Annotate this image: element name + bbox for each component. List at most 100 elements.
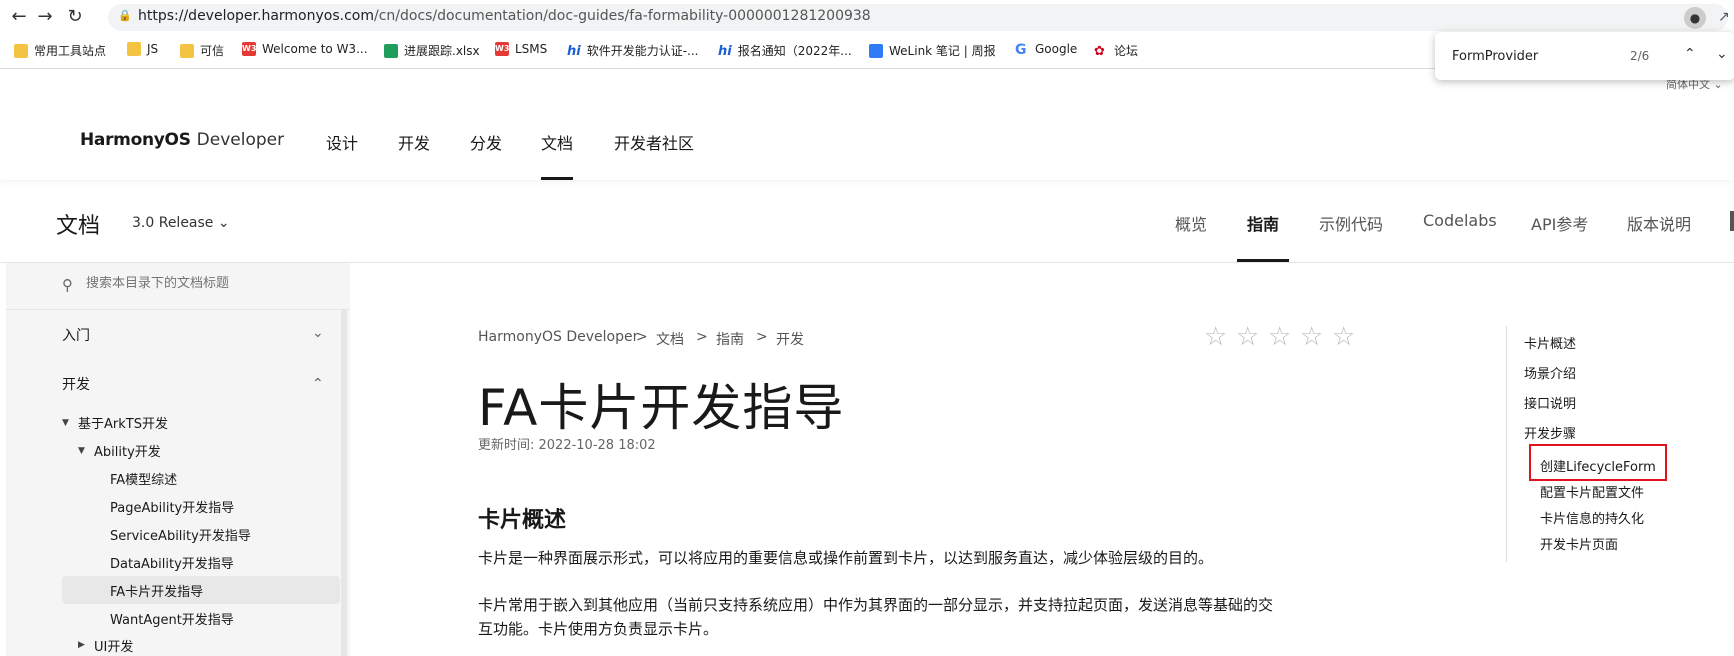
- triangle-right-icon[interactable]: ▶: [78, 640, 85, 650]
- chevron-up-icon[interactable]: ⌃: [1684, 46, 1696, 62]
- toc-item-steps[interactable]: 开发步骤: [1524, 423, 1576, 442]
- bookmark-folder-trusted[interactable]: 可信: [180, 42, 224, 59]
- sidebar-item-fa-card[interactable]: FA卡片开发指导: [110, 581, 203, 600]
- toc-item-scenarios[interactable]: 场景介绍: [1524, 363, 1576, 382]
- section-title: 卡片概述: [478, 508, 567, 533]
- bookmark-folder-tools[interactable]: 常用工具站点: [14, 42, 106, 59]
- nav-community[interactable]: 开发者社区: [614, 130, 694, 154]
- tab-release-notes[interactable]: 版本说明: [1627, 211, 1691, 235]
- tab-codelabs[interactable]: Codelabs: [1423, 211, 1497, 230]
- bookmark-label: 报名通知（2022年...: [737, 44, 852, 58]
- toc-item-card-page[interactable]: 开发卡片页面: [1540, 534, 1618, 553]
- lock-icon[interactable]: 🔒: [118, 9, 132, 24]
- nav-develop[interactable]: 开发: [398, 130, 430, 154]
- bookmark-label: WeLink 笔记 | 周报: [889, 44, 996, 58]
- toc-item-overview[interactable]: 卡片概述: [1524, 333, 1576, 352]
- breadcrumb-separator: >: [756, 329, 768, 345]
- bookmark-w3[interactable]: W3 Welcome to W3...: [242, 42, 368, 56]
- bookmark-label: Welcome to W3...: [262, 42, 368, 56]
- toc-item-interfaces[interactable]: 接口说明: [1524, 393, 1576, 412]
- chevron-down-icon: ⌄: [217, 215, 230, 231]
- bookmark-google[interactable]: G Google: [1015, 42, 1078, 58]
- sidebar-section-develop[interactable]: 开发: [62, 374, 90, 394]
- star-icon[interactable]: ☆: [1204, 322, 1227, 352]
- url-host: https://developer.harmonyos.com: [138, 8, 374, 24]
- w3-icon: W3: [242, 42, 256, 56]
- star-icon[interactable]: ☆: [1236, 322, 1259, 352]
- share-icon[interactable]: ↗: [1718, 9, 1730, 25]
- huawei-icon: ✿: [1094, 43, 1105, 59]
- back-icon[interactable]: ←: [8, 6, 30, 28]
- more-tabs-edge[interactable]: [1730, 211, 1734, 231]
- sheet-icon: [384, 43, 398, 58]
- paragraph: 卡片是一种界面展示形式，可以将应用的重要信息或操作前置到卡片，以达到服务直达，减…: [478, 549, 1214, 567]
- welink-icon: [869, 43, 883, 58]
- extension-icon[interactable]: ●: [1684, 7, 1706, 29]
- star-icon[interactable]: ☆: [1300, 322, 1323, 352]
- bookmark-label: Google: [1035, 42, 1078, 56]
- bookmark-cert[interactable]: hi 软件开发能力认证-...: [567, 42, 699, 59]
- bookmark-lsms[interactable]: W3 LSMS: [495, 42, 547, 56]
- toc-rail: [1506, 326, 1507, 562]
- sidebar-item-wantagent[interactable]: WantAgent开发指导: [110, 609, 234, 628]
- triangle-down-icon[interactable]: ▼: [62, 418, 69, 428]
- sidebar-item-arkts[interactable]: 基于ArkTS开发: [78, 413, 168, 432]
- sidebar-item-pageability[interactable]: PageAbility开发指导: [110, 497, 234, 516]
- find-input[interactable]: FormProvider: [1452, 49, 1538, 64]
- sidebar-item-dataability[interactable]: DataAbility开发指导: [110, 553, 234, 572]
- chevron-down-icon[interactable]: ⌄: [1716, 46, 1728, 62]
- toc-item-config[interactable]: 配置卡片配置文件: [1540, 482, 1644, 501]
- sidebar-item-serviceability[interactable]: ServiceAbility开发指导: [110, 525, 251, 544]
- star-icon[interactable]: ☆: [1332, 322, 1355, 352]
- bookmark-folder-js[interactable]: JS: [127, 42, 158, 56]
- sidebar-search-input[interactable]: [86, 276, 326, 291]
- sidebar-item-ability[interactable]: Ability开发: [94, 441, 161, 460]
- find-count: 2/6: [1630, 49, 1650, 63]
- sidebar-item-fa-overview[interactable]: FA模型综述: [110, 469, 177, 488]
- forward-icon[interactable]: →: [34, 6, 56, 28]
- reload-icon[interactable]: ↻: [64, 6, 86, 28]
- triangle-down-icon[interactable]: ▼: [78, 446, 85, 456]
- tab-overview[interactable]: 概览: [1175, 211, 1207, 235]
- bookmark-forum[interactable]: ✿ 论坛: [1094, 42, 1138, 59]
- bookmark-label: 进展跟踪.xlsx: [404, 44, 480, 58]
- bookmark-label: 常用工具站点: [34, 44, 107, 58]
- bookmark-label: 可信: [200, 44, 225, 58]
- hi-icon: hi: [567, 43, 581, 59]
- paragraph: 卡片常用于嵌入到其他应用（当前只支持系统应用）中作为其界面的一部分显示，并支持拉…: [478, 596, 1274, 638]
- nav-design[interactable]: 设计: [326, 130, 358, 154]
- bookmark-xlsx[interactable]: 进展跟踪.xlsx: [384, 42, 480, 59]
- logo-suffix: Developer: [196, 130, 285, 150]
- version-selector[interactable]: 3.0 Release ⌄: [132, 215, 230, 231]
- nav-docs[interactable]: 文档: [541, 130, 573, 154]
- logo[interactable]: HarmonyOS Developer: [80, 130, 284, 150]
- tab-samples[interactable]: 示例代码: [1319, 211, 1383, 235]
- breadcrumb-guide[interactable]: 指南: [716, 329, 744, 349]
- divider: [6, 309, 350, 310]
- chevron-up-icon[interactable]: ⌃: [312, 376, 324, 392]
- sidebar-item-ui[interactable]: UI开发: [94, 636, 133, 655]
- sidebar-section-getting-started[interactable]: 入门: [62, 325, 90, 345]
- tab-guide[interactable]: 指南: [1247, 211, 1279, 235]
- star-icon[interactable]: ☆: [1268, 322, 1291, 352]
- folder-icon: [14, 43, 28, 58]
- page-title: FA卡片开发指导: [478, 379, 845, 437]
- chevron-down-icon[interactable]: ⌄: [312, 325, 324, 341]
- bookmark-notice[interactable]: hi 报名通知（2022年...: [718, 42, 852, 59]
- bookmark-label: 软件开发能力认证-...: [586, 44, 699, 58]
- folder-icon: [180, 43, 194, 58]
- nav-distribute[interactable]: 分发: [470, 130, 502, 154]
- sidebar-scrollbar[interactable]: [341, 310, 347, 656]
- search-icon: ⚲: [62, 276, 73, 294]
- docs-title: 文档: [56, 214, 101, 239]
- breadcrumb-docs[interactable]: 文档: [656, 329, 684, 349]
- breadcrumb-home[interactable]: HarmonyOS Developer: [478, 329, 638, 345]
- url-text[interactable]: https://developer.harmonyos.com/cn/docs/…: [138, 8, 871, 24]
- bookmark-welink[interactable]: WeLink 笔记 | 周报: [869, 42, 996, 59]
- toc-item-persistence[interactable]: 卡片信息的持久化: [1540, 508, 1644, 527]
- breadcrumb-develop[interactable]: 开发: [776, 329, 804, 349]
- tab-api[interactable]: API参考: [1531, 211, 1588, 235]
- url-path: /cn/docs/documentation/doc-guides/fa-for…: [374, 8, 871, 24]
- logo-brand: HarmonyOS: [80, 130, 191, 150]
- bookmark-label: LSMS: [515, 42, 548, 56]
